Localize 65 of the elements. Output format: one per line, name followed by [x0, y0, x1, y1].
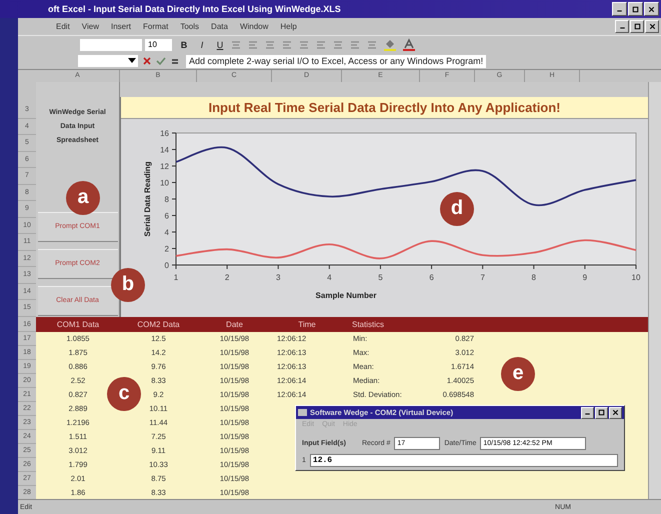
font-color-icon[interactable] — [401, 38, 417, 51]
font-name-field[interactable] — [80, 38, 142, 50]
check-icon — [156, 56, 166, 66]
close-icon — [142, 56, 152, 66]
window-title: oft Excel - Input Serial Data Directly Into Excel Using WinWedge.XLS — [48, 4, 341, 14]
tick-label: 6 — [164, 212, 169, 220]
italic-button[interactable]: I — [196, 40, 208, 50]
column-heading: COM1 Data — [56, 320, 100, 328]
tick-label: 1 — [174, 273, 178, 282]
tick-label: 4 — [164, 228, 169, 237]
menu-item[interactable]: View — [82, 22, 99, 31]
tick-label: 5 — [378, 273, 383, 282]
bold-button[interactable]: B — [178, 40, 190, 50]
tick-label: 9 — [582, 273, 588, 282]
column-heading: Date — [225, 320, 244, 328]
tick-label: 2 — [224, 273, 230, 282]
minimize-button[interactable] — [581, 406, 594, 418]
tick-label: 6 — [429, 273, 434, 282]
input-field[interactable]: 12.6 — [310, 454, 618, 467]
formula-field[interactable]: Add complete 2-way serial I/O to Excel, Access or any Windows Program! — [186, 54, 486, 68]
close-icon — [648, 22, 656, 31]
tick-label: 14 — [160, 146, 169, 154]
close-button[interactable] — [645, 20, 659, 33]
underline-button[interactable]: U — [214, 40, 226, 50]
menu-item[interactable]: Tools — [180, 22, 200, 31]
column-heading: Statistics — [351, 320, 386, 328]
maximize-button[interactable] — [630, 20, 644, 33]
fill-color-icon[interactable] — [382, 38, 398, 51]
menu-item[interactable]: Format — [143, 22, 168, 31]
tick-label: 0 — [164, 261, 169, 270]
tick-label: 16 — [160, 129, 169, 138]
maximize-button[interactable] — [595, 406, 608, 418]
close-icon — [611, 408, 620, 417]
font-size-field[interactable]: 10 — [145, 38, 172, 50]
tick-label: 8 — [164, 195, 169, 204]
tick-label: 10 — [632, 273, 640, 282]
minimize-button[interactable] — [612, 2, 627, 16]
dropdown-arrow-icon — [128, 58, 136, 64]
close-button[interactable] — [644, 2, 659, 16]
cancel-button[interactable] — [141, 55, 152, 67]
maximize-icon — [597, 408, 606, 417]
menu-item[interactable]: Edit — [56, 22, 70, 31]
vertical-scrollbar[interactable] — [648, 82, 661, 499]
tick-label: 2 — [164, 244, 169, 254]
column-heading: Time — [297, 320, 317, 328]
tick-label: 12 — [160, 162, 169, 171]
app-icon — [298, 408, 307, 417]
menu-item[interactable]: Window — [240, 22, 268, 31]
menu-item[interactable]: Data — [211, 22, 228, 31]
maximize-button[interactable] — [628, 2, 643, 16]
column-heading: COM2 Data — [136, 320, 181, 328]
tick-label: 4 — [327, 273, 332, 282]
close-button[interactable] — [609, 406, 622, 418]
close-icon — [647, 4, 656, 14]
tick-label: 8 — [532, 273, 536, 282]
tick-label: 3 — [276, 273, 280, 282]
tick-label: 7 — [480, 273, 485, 282]
chart-title: Input Real Time Serial Data Directly Into Any Application! — [121, 97, 648, 119]
menu-item[interactable]: Help — [280, 22, 297, 31]
name-box[interactable] — [78, 55, 138, 67]
tick-label: 10 — [160, 178, 169, 188]
y-axis-label: Serial Data Reading — [143, 161, 152, 237]
minimize-button[interactable] — [615, 20, 629, 33]
menu-item[interactable]: Insert — [111, 22, 132, 31]
x-axis-label: Sample Number — [316, 291, 376, 300]
